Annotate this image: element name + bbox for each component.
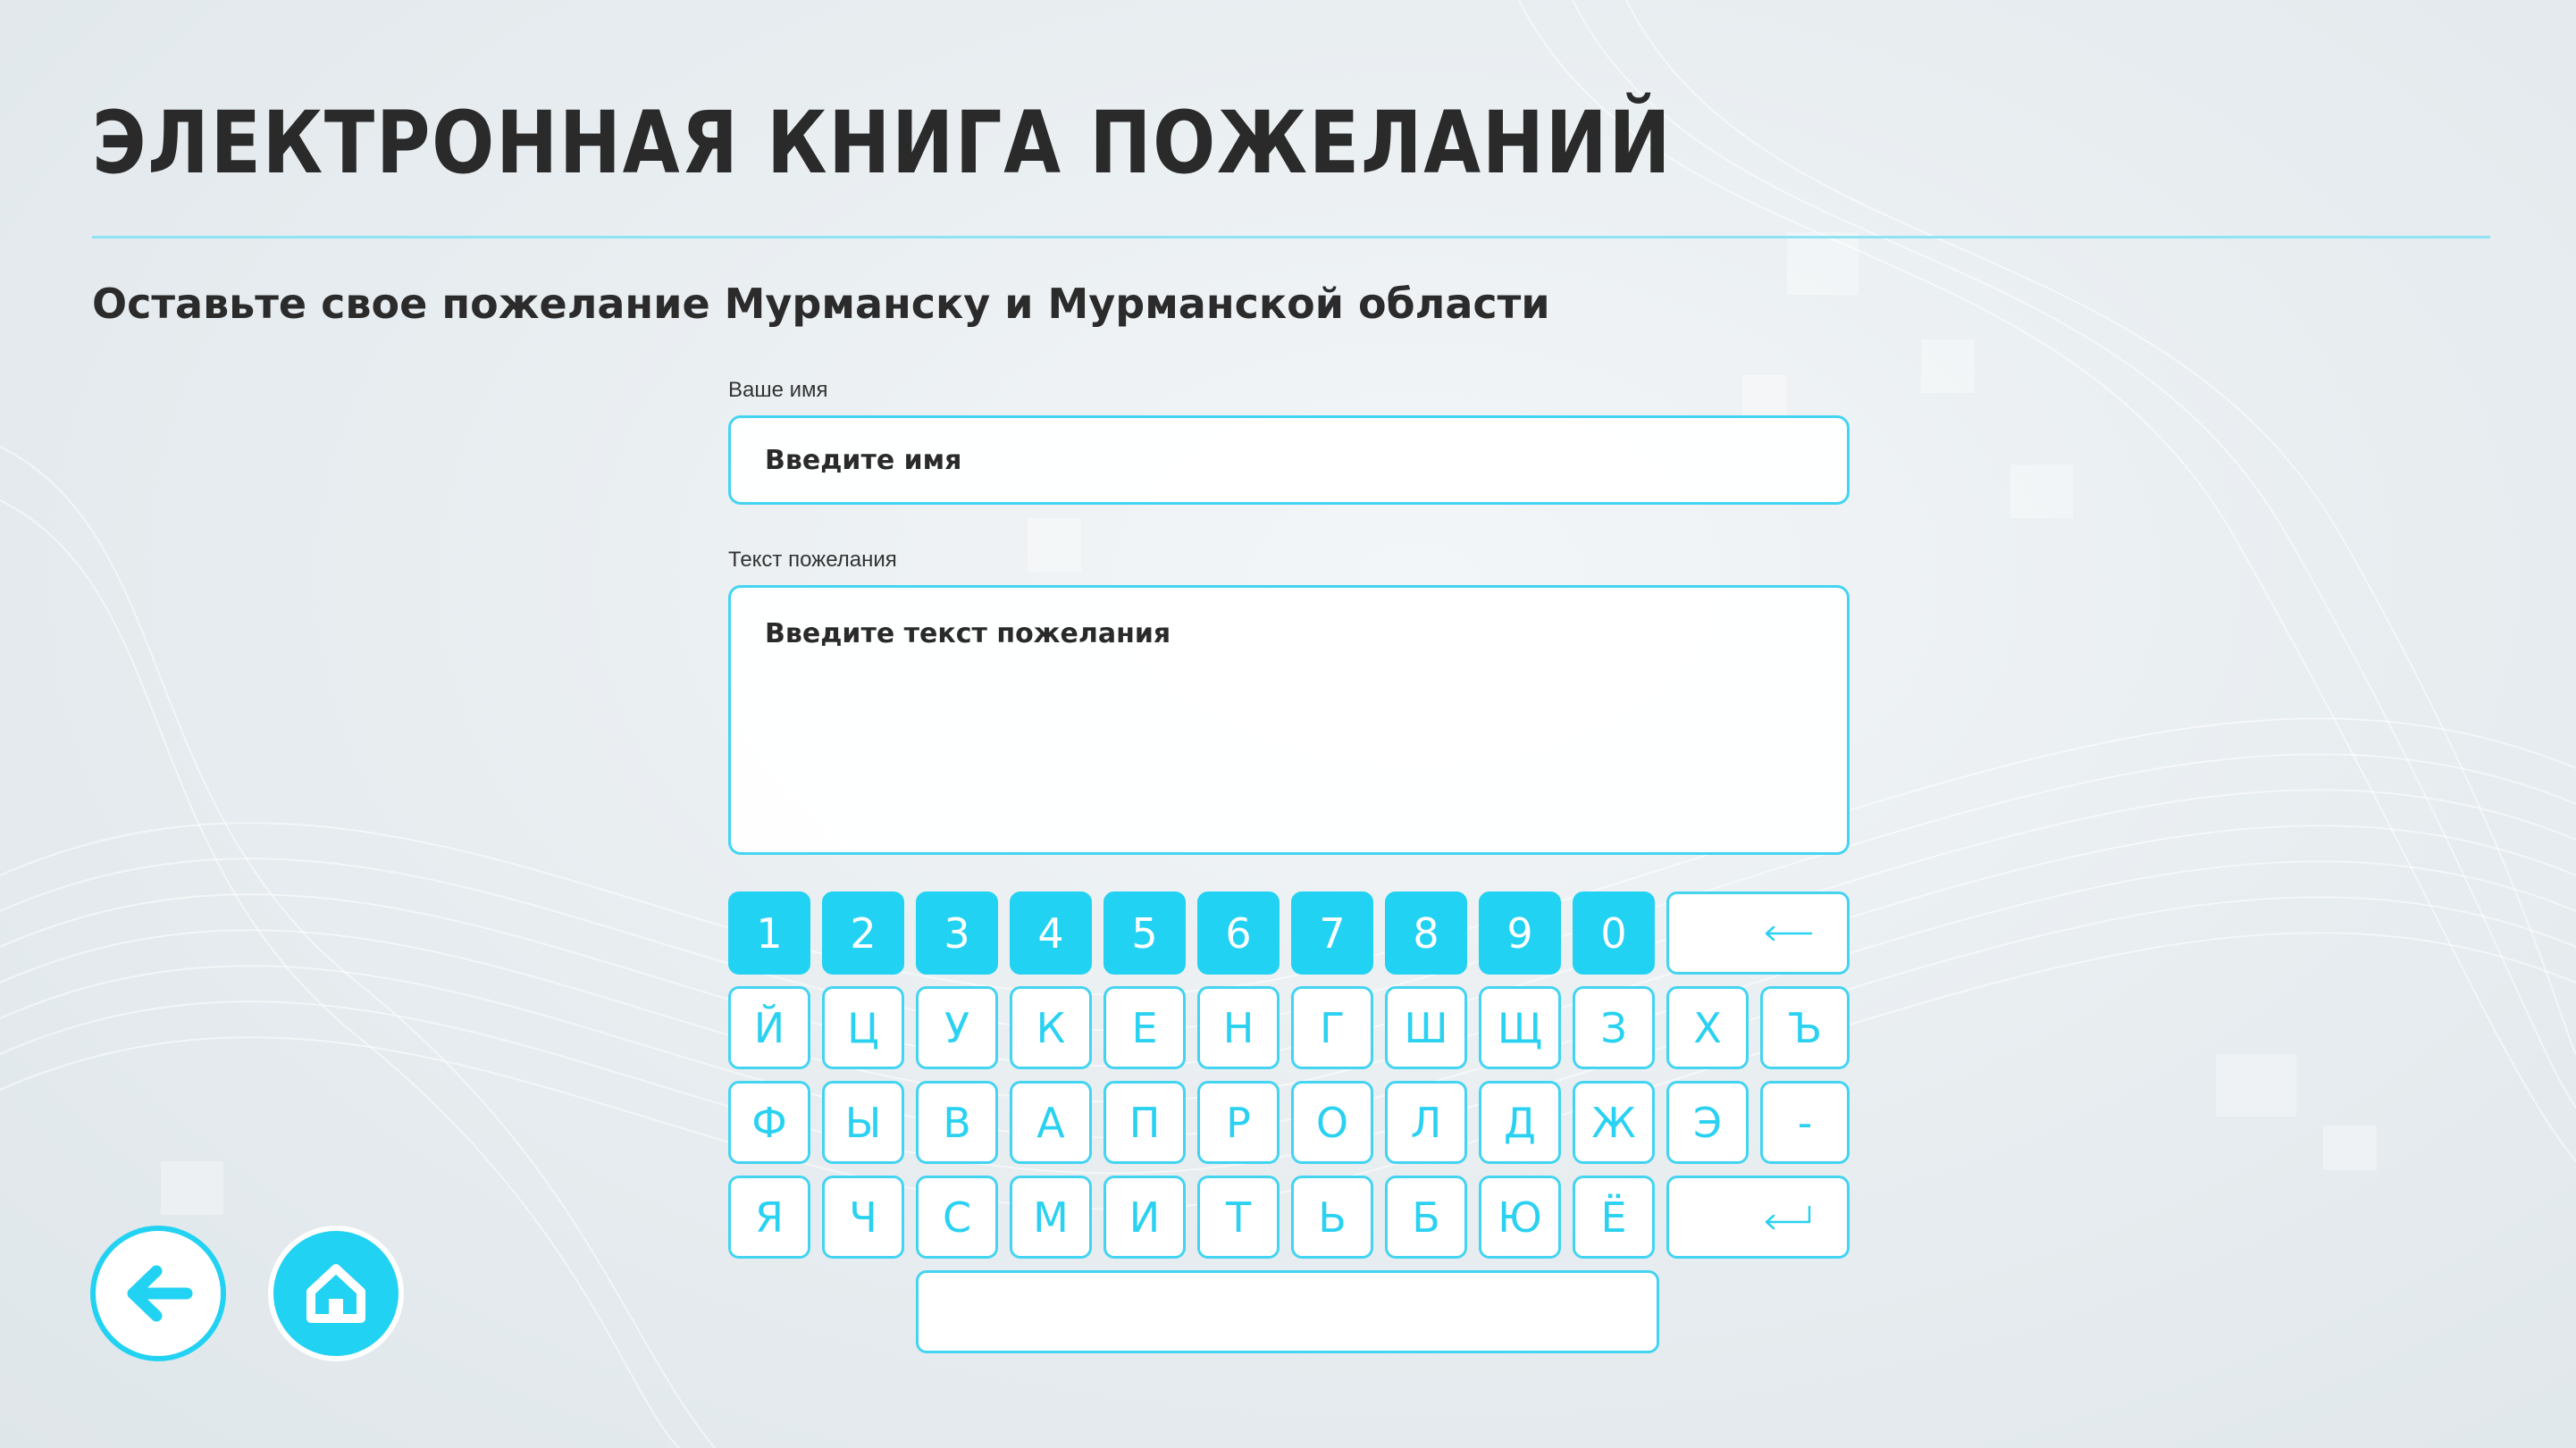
key[interactable]: Ё bbox=[1573, 1176, 1655, 1259]
key[interactable]: Ю bbox=[1479, 1176, 1561, 1259]
key[interactable]: Й bbox=[728, 986, 810, 1069]
key[interactable]: З bbox=[1573, 986, 1655, 1069]
wish-text-input[interactable] bbox=[728, 585, 1850, 855]
key[interactable]: У bbox=[916, 986, 998, 1069]
name-input[interactable] bbox=[728, 415, 1850, 505]
key[interactable]: Щ bbox=[1479, 986, 1561, 1069]
key[interactable]: 5 bbox=[1103, 891, 1186, 975]
key[interactable]: Ч bbox=[822, 1176, 904, 1259]
enter-arrow-icon bbox=[1765, 1205, 1811, 1229]
key[interactable]: П bbox=[1103, 1081, 1186, 1164]
key[interactable]: Х bbox=[1666, 986, 1749, 1069]
key[interactable]: 3 bbox=[916, 891, 998, 975]
page-subtitle: Оставьте свое пожелание Мурманску и Мурм… bbox=[92, 280, 1550, 328]
home-icon bbox=[306, 1264, 365, 1323]
key[interactable]: А bbox=[1010, 1081, 1092, 1164]
key[interactable]: Р bbox=[1197, 1081, 1280, 1164]
key[interactable]: 0 bbox=[1573, 891, 1655, 975]
key[interactable]: Ш bbox=[1385, 986, 1467, 1069]
key[interactable]: В bbox=[916, 1081, 998, 1164]
key[interactable]: Г bbox=[1291, 986, 1373, 1069]
key[interactable]: 7 bbox=[1291, 891, 1373, 975]
backspace-arrow-icon bbox=[1765, 925, 1813, 941]
enter-key[interactable] bbox=[1666, 1176, 1850, 1259]
key[interactable]: - bbox=[1760, 1081, 1850, 1164]
key[interactable]: Ц bbox=[822, 986, 904, 1069]
name-field-label: Ваше имя bbox=[728, 378, 828, 402]
home-button[interactable] bbox=[268, 1226, 404, 1361]
key[interactable]: Ь bbox=[1291, 1176, 1373, 1259]
key[interactable]: Ы bbox=[822, 1081, 904, 1164]
backspace-key[interactable] bbox=[1666, 891, 1850, 975]
key[interactable]: Е bbox=[1103, 986, 1186, 1069]
key[interactable]: И bbox=[1103, 1176, 1186, 1259]
key[interactable]: Ф bbox=[728, 1081, 810, 1164]
key[interactable]: Э bbox=[1666, 1081, 1749, 1164]
key[interactable]: 1 bbox=[728, 891, 810, 975]
space-key[interactable] bbox=[916, 1270, 1659, 1353]
arrow-left-icon bbox=[127, 1265, 193, 1322]
key[interactable]: 2 bbox=[822, 891, 904, 975]
key[interactable]: 4 bbox=[1010, 891, 1092, 975]
wish-field-label: Текст пожелания bbox=[728, 548, 897, 572]
key[interactable]: Н bbox=[1197, 986, 1280, 1069]
key[interactable]: 8 bbox=[1385, 891, 1467, 975]
virtual-keyboard: 1 2 3 4 5 6 7 8 9 0 Й Ц У К Е Н Г Ш Щ З … bbox=[728, 891, 1850, 1353]
key[interactable]: Ъ bbox=[1760, 986, 1850, 1069]
key[interactable]: Ж bbox=[1573, 1081, 1655, 1164]
key[interactable]: Б bbox=[1385, 1176, 1467, 1259]
key[interactable]: Я bbox=[728, 1176, 810, 1259]
back-button[interactable] bbox=[90, 1226, 226, 1361]
key[interactable]: Л bbox=[1385, 1081, 1467, 1164]
key[interactable]: Т bbox=[1197, 1176, 1280, 1259]
key[interactable]: Д bbox=[1479, 1081, 1561, 1164]
key[interactable]: М bbox=[1010, 1176, 1092, 1259]
key[interactable]: 6 bbox=[1197, 891, 1280, 975]
key[interactable]: К bbox=[1010, 986, 1092, 1069]
key[interactable]: С bbox=[916, 1176, 998, 1259]
key[interactable]: 9 bbox=[1479, 891, 1561, 975]
title-divider bbox=[92, 236, 2490, 239]
key[interactable]: О bbox=[1291, 1081, 1373, 1164]
page-title: Электронная книга пожеланий bbox=[92, 93, 1673, 193]
